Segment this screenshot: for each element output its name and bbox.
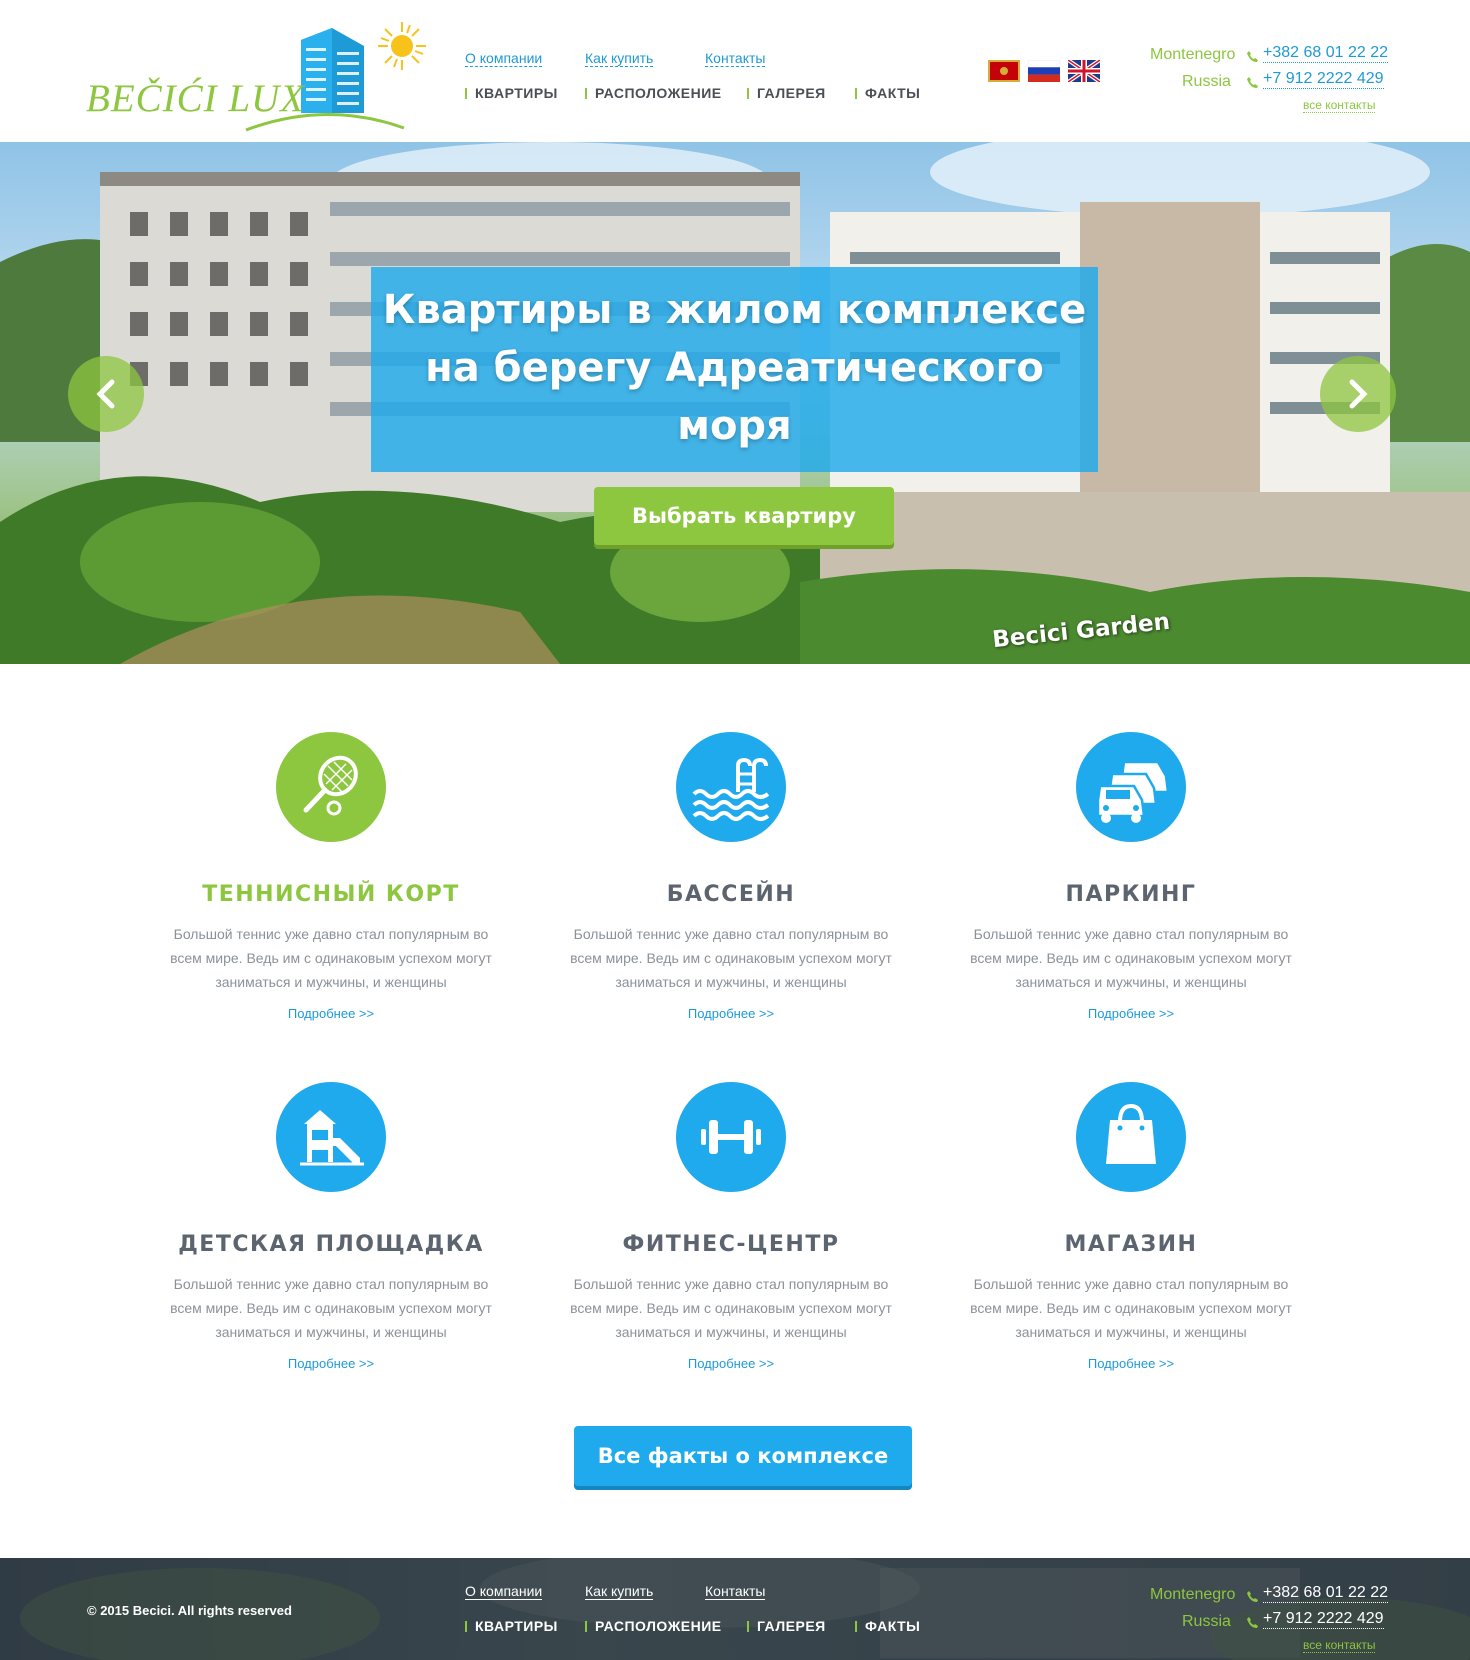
header: BEČIĆI LUX О компании Как купить Контакт… (0, 0, 1470, 142)
feature-title: ДЕТСКАЯ ПЛОЩАДКА (178, 1232, 484, 1257)
swimming-pool-icon (676, 732, 786, 842)
footer-nav-item-location[interactable]: РАСПОЛОЖЕНИЕ (585, 1618, 722, 1634)
feature-description: Большой теннис уже давно стал популярным… (170, 926, 492, 990)
feature-card: ПАРКИНГ Большой теннис уже давно стал по… (941, 664, 1321, 1021)
feature-description: Большой теннис уже давно стал популярным… (570, 926, 892, 990)
hero-title: Квартиры в жилом комплексе на берегу Адр… (371, 281, 1098, 455)
feature-card: ТЕННИСНЫЙ КОРТ Большой теннис уже давно … (141, 664, 521, 1021)
all-contacts-link[interactable]: все контакты (1303, 1638, 1376, 1653)
contact-country-montenegro: Montenegro (1150, 46, 1236, 63)
feature-description: Большой теннис уже давно стал популярным… (970, 1276, 1292, 1340)
shopping-bag-icon (1076, 1082, 1186, 1192)
feature-more-link[interactable]: Подробнее >> (141, 1356, 521, 1371)
feature-card: БАССЕЙН Большой теннис уже давно стал по… (541, 664, 921, 1021)
feature-description: Большой теннис уже давно стал популярным… (170, 1276, 492, 1340)
contact-phone-russia[interactable]: +7 912 2222 429 (1263, 1610, 1384, 1629)
nav-link-how-to-buy[interactable]: Как купить (585, 50, 654, 67)
copyright: © 2015 Becici. All rights reserved (87, 1603, 292, 1618)
header-contacts: Montenegro +382 68 01 22 22 Russia +7 91… (1100, 42, 1389, 122)
hero-title-line: Квартиры в жилом комплексе (382, 287, 1087, 333)
all-facts-button[interactable]: Все факты о комплексе (574, 1426, 912, 1486)
nav-item-location[interactable]: РАСПОЛОЖЕНИЕ (585, 85, 722, 101)
feature-description: Большой теннис уже давно стал популярным… (970, 926, 1292, 990)
feature-card: МАГАЗИН Большой теннис уже давно стал по… (941, 1014, 1321, 1371)
footer-nav-item-gallery[interactable]: ГАЛЕРЕЯ (747, 1618, 826, 1634)
footer-nav-link-how-to-buy[interactable]: Как купить (585, 1583, 654, 1600)
feature-title: МАГАЗИН (1064, 1232, 1198, 1257)
logo[interactable]: BEČIĆI LUX (86, 18, 436, 136)
cars-icon (1076, 732, 1186, 842)
choose-apartment-button[interactable]: Выбрать квартиру (594, 487, 894, 545)
footer: © 2015 Becici. All rights reserved О ком… (0, 1558, 1470, 1660)
nav-item-gallery[interactable]: ГАЛЕРЕЯ (747, 85, 826, 101)
feature-title: ТЕННИСНЫЙ КОРТ (202, 882, 460, 907)
footer-nav-item-apartments[interactable]: КВАРТИРЫ (465, 1618, 558, 1634)
footer-contacts: Montenegro +382 68 01 22 22 Russia +7 91… (1100, 1582, 1389, 1660)
page: BEČIĆI LUX О компании Как купить Контакт… (0, 0, 1470, 1660)
feature-title: ФИТНЕС-ЦЕНТР (622, 1232, 840, 1257)
nav-link-about[interactable]: О компании (465, 50, 543, 67)
phone-icon (1247, 77, 1258, 88)
nav-item-apartments[interactable]: КВАРТИРЫ (465, 85, 558, 101)
slider-next-button[interactable] (1320, 356, 1396, 432)
feature-more-link[interactable]: Подробнее >> (941, 1356, 1321, 1371)
contact-phone-russia[interactable]: +7 912 2222 429 (1263, 70, 1384, 89)
nav-item-facts[interactable]: ФАКТЫ (855, 85, 920, 101)
contact-phone-montenegro[interactable]: +382 68 01 22 22 (1263, 1584, 1389, 1603)
feature-card: ДЕТСКАЯ ПЛОЩАДКА Большой теннис уже давн… (141, 1014, 521, 1371)
feature-title: ПАРКИНГ (1065, 882, 1197, 907)
contact-phone-montenegro[interactable]: +382 68 01 22 22 (1263, 44, 1389, 63)
all-contacts-link[interactable]: все контакты (1303, 98, 1376, 113)
playground-icon (276, 1082, 386, 1192)
chevron-right-icon (1349, 379, 1368, 409)
hero-title-line: на берегу Адреатического (425, 345, 1044, 391)
contact-country-montenegro: Montenegro (1150, 1586, 1236, 1603)
phone-icon (1247, 1591, 1258, 1602)
feature-card: ФИТНЕС-ЦЕНТР Большой теннис уже давно ст… (541, 1014, 921, 1371)
footer-nav-link-about[interactable]: О компании (465, 1583, 543, 1600)
hero-slider: Квартиры в жилом комплексе на берегу Адр… (0, 142, 1470, 664)
footer-nav-link-contacts[interactable]: Контакты (705, 1583, 766, 1600)
phone-icon (1247, 51, 1258, 62)
features-section: ТЕННИСНЫЙ КОРТ Большой теннис уже давно … (0, 664, 1470, 1424)
phone-icon (1247, 1617, 1258, 1628)
logo-text: BEČIĆI LUX (86, 77, 306, 120)
feature-more-link[interactable]: Подробнее >> (541, 1356, 921, 1371)
tennis-racket-icon (276, 732, 386, 842)
contact-country-russia: Russia (1182, 73, 1231, 90)
hero-title-line: моря (677, 403, 792, 449)
dumbbell-icon (676, 1082, 786, 1192)
chevron-left-icon (96, 379, 115, 409)
footer-nav-item-facts[interactable]: ФАКТЫ (855, 1618, 920, 1634)
nav-link-contacts[interactable]: Контакты (705, 50, 766, 67)
montenegro-flag-icon[interactable] (988, 60, 1020, 82)
contact-country-russia: Russia (1182, 1613, 1231, 1630)
russia-flag-icon[interactable] (1028, 60, 1060, 82)
feature-description: Большой теннис уже давно стал популярным… (570, 1276, 892, 1340)
feature-title: БАССЕЙН (666, 882, 796, 907)
hero-caption-box: Квартиры в жилом комплексе на берегу Адр… (371, 267, 1098, 472)
slider-prev-button[interactable] (68, 356, 144, 432)
uk-flag-icon[interactable] (1068, 60, 1100, 82)
